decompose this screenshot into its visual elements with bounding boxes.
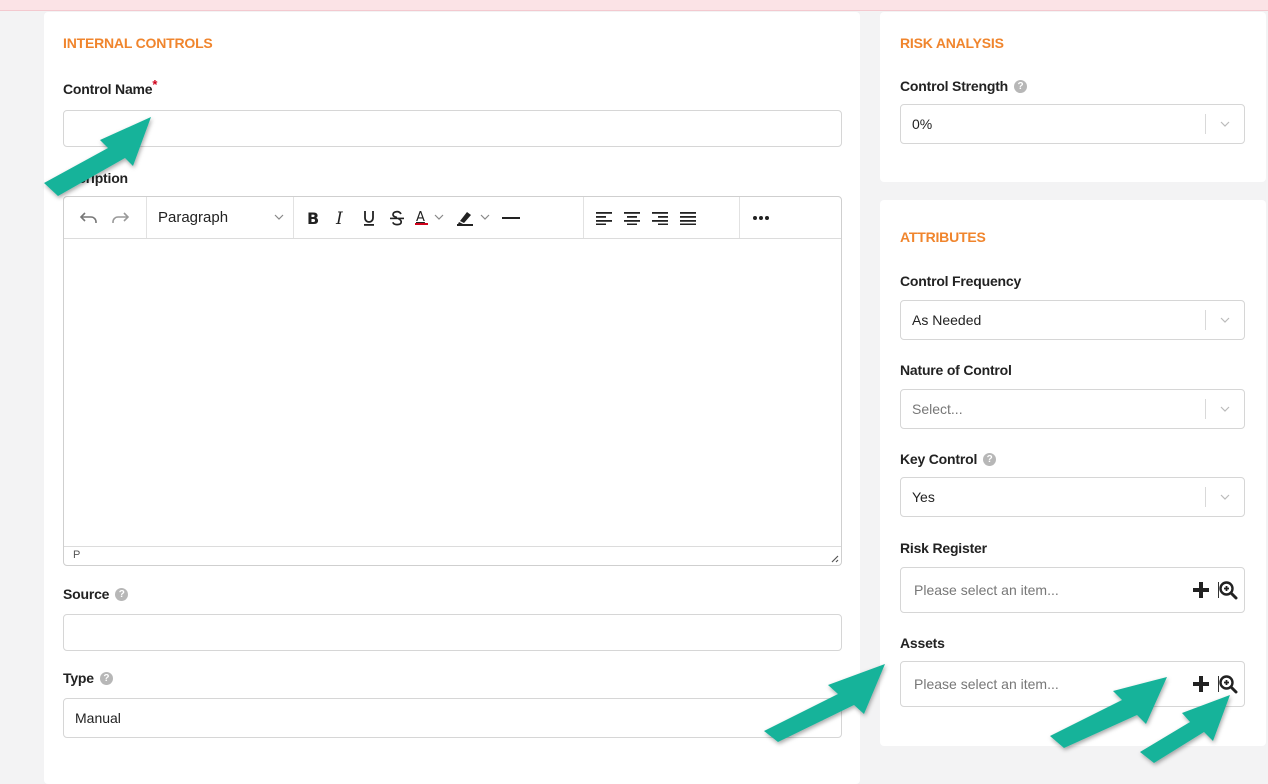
horizontal-rule-icon [502, 216, 520, 219]
select-separator [1205, 399, 1206, 419]
risk-analysis-heading: RISK ANALYSIS [900, 35, 1004, 51]
bold-icon: B [307, 210, 319, 226]
help-icon[interactable]: ? [115, 587, 129, 601]
underline-icon [364, 210, 374, 226]
editor-statusbar: P [64, 546, 841, 565]
undo-icon [79, 211, 97, 223]
align-right-button[interactable] [647, 197, 673, 238]
editor-content-area[interactable] [64, 239, 841, 546]
control-name-label-text: Control Name [63, 81, 153, 97]
control-strength-label: Control Strength? [900, 78, 1028, 94]
block-format-dropdown[interactable]: Paragraph [147, 197, 291, 238]
risk-register-placeholder: Please select an item... [914, 582, 1059, 598]
select-separator [1205, 487, 1206, 507]
chevron-down-icon [1220, 121, 1230, 127]
element-path: P [73, 549, 81, 561]
description-label: escription [63, 170, 128, 186]
align-left-icon [596, 211, 612, 225]
type-select[interactable]: Manual [63, 698, 842, 738]
key-control-label: Key Control? [900, 451, 997, 467]
assets-picker[interactable]: Please select an item... [900, 661, 1245, 707]
select-separator [1205, 114, 1206, 134]
align-center-icon [624, 211, 640, 225]
toolbar-divider [739, 197, 740, 238]
source-label-text: Source [63, 586, 110, 602]
italic-icon: I [335, 210, 343, 226]
control-name-input[interactable] [63, 110, 842, 147]
help-icon[interactable]: ? [983, 452, 997, 466]
description-rich-text-editor[interactable]: Paragraph B I A P [63, 196, 842, 566]
text-color-button[interactable]: A [412, 197, 452, 238]
source-label: Source? [63, 586, 129, 602]
chevron-down-icon [274, 214, 284, 220]
key-control-label-text: Key Control [900, 451, 978, 467]
align-justify-icon [680, 211, 696, 225]
risk-register-picker[interactable]: Please select an item... [900, 567, 1245, 613]
chevron-down-icon [1220, 406, 1230, 412]
more-options-button[interactable] [747, 197, 775, 238]
align-right-icon [652, 211, 668, 225]
required-asterisk: * [152, 77, 158, 92]
chevron-down-icon [1220, 494, 1230, 500]
svg-text:I: I [335, 210, 343, 226]
help-icon[interactable]: ? [99, 671, 113, 685]
toolbar-divider [583, 197, 584, 238]
editor-toolbar: Paragraph B I A [64, 197, 841, 239]
nature-of-control-label: Nature of Control [900, 362, 1012, 378]
chevron-down-icon [1220, 317, 1230, 323]
control-strength-label-text: Control Strength [900, 78, 1009, 94]
horizontal-rule-button[interactable] [498, 197, 524, 238]
strikethrough-button[interactable] [384, 197, 410, 238]
nature-of-control-placeholder: Select... [912, 401, 963, 417]
assets-label: Assets [900, 635, 945, 651]
svg-text:A: A [416, 210, 425, 225]
type-select-value: Manual [75, 710, 121, 726]
more-icon [753, 215, 769, 220]
assets-placeholder: Please select an item... [914, 676, 1059, 692]
underline-button[interactable] [356, 197, 382, 238]
control-strength-select[interactable]: 0% [900, 104, 1245, 144]
block-format-value: Paragraph [158, 209, 229, 226]
resize-handle-icon[interactable] [829, 553, 839, 563]
plus-icon[interactable] [1192, 675, 1210, 693]
type-label: Type? [63, 670, 113, 686]
redo-button[interactable] [106, 197, 134, 238]
text-color-icon: A [415, 210, 444, 225]
chevron-down-icon [817, 715, 827, 721]
strikethrough-icon [390, 210, 404, 225]
toolbar-divider [293, 197, 294, 238]
source-input[interactable] [63, 614, 842, 651]
zoom-icon[interactable] [1218, 580, 1238, 600]
align-left-button[interactable] [591, 197, 617, 238]
type-label-text: Type [63, 670, 94, 686]
align-center-button[interactable] [619, 197, 645, 238]
redo-icon [112, 211, 130, 223]
nature-of-control-select[interactable]: Select... [900, 389, 1245, 429]
attributes-heading: ATTRIBUTES [900, 229, 986, 245]
key-control-select[interactable]: Yes [900, 477, 1245, 517]
internal-controls-heading: INTERNAL CONTROLS [63, 35, 213, 51]
undo-button[interactable] [74, 197, 104, 238]
svg-text:B: B [307, 210, 319, 226]
zoom-icon[interactable] [1218, 674, 1238, 694]
highlight-color-button[interactable] [454, 197, 498, 238]
control-strength-value: 0% [912, 116, 933, 132]
highlighter-icon [457, 211, 490, 226]
risk-register-label: Risk Register [900, 540, 987, 556]
align-justify-button[interactable] [675, 197, 701, 238]
key-control-value: Yes [912, 489, 935, 505]
control-frequency-select[interactable]: As Needed [900, 300, 1245, 340]
control-name-label: Control Name* [63, 77, 157, 97]
bold-button[interactable]: B [300, 197, 326, 238]
italic-button[interactable]: I [328, 197, 354, 238]
control-frequency-label: Control Frequency [900, 273, 1022, 289]
select-separator [1205, 310, 1206, 330]
control-frequency-value: As Needed [912, 312, 982, 328]
plus-icon[interactable] [1192, 581, 1210, 599]
error-banner-strip [0, 0, 1268, 11]
help-icon[interactable]: ? [1014, 79, 1028, 93]
